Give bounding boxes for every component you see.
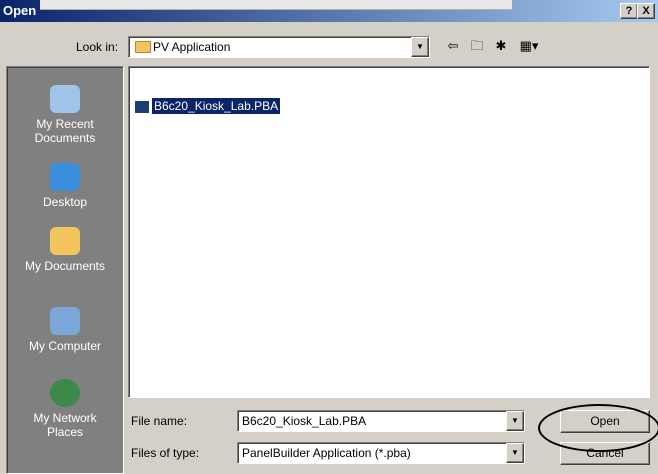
place-label: Desktop xyxy=(42,195,88,209)
places-bar: My Recent Documents Desktop My Documents… xyxy=(6,66,124,474)
pba-file-icon xyxy=(135,100,149,113)
view-menu-icon[interactable]: ▦▾ xyxy=(516,38,542,54)
file-name-label: File name: xyxy=(131,414,188,428)
help-button[interactable]: ? xyxy=(620,3,638,19)
list-item[interactable]: B6c20_Kiosk_Lab.PBA xyxy=(135,98,281,114)
place-network-places[interactable]: My Network Places xyxy=(7,379,123,439)
my-computer-icon xyxy=(50,307,80,335)
network-places-icon xyxy=(50,379,80,407)
chevron-down-icon[interactable]: ▼ xyxy=(411,37,429,57)
place-label: Places xyxy=(46,425,84,439)
file-type-value: PanelBuilder Application (*.pba) xyxy=(242,446,411,460)
open-dialog: Open ? X Look in: PV Application ▼ ⇦ 🗀 ✱… xyxy=(0,0,658,474)
chevron-down-icon[interactable]: ▼ xyxy=(506,443,524,463)
place-label: My Network xyxy=(33,411,97,425)
file-type-select[interactable]: PanelBuilder Application (*.pba) ▼ xyxy=(237,442,525,464)
look-in-combo[interactable]: PV Application ▼ xyxy=(128,36,430,58)
look-in-value: PV Application xyxy=(153,40,231,54)
window-title: Open xyxy=(3,3,37,18)
file-name-input[interactable]: B6c20_Kiosk_Lab.PBA ▼ xyxy=(237,410,525,432)
place-desktop[interactable]: Desktop xyxy=(7,163,123,209)
file-type-label: Files of type: xyxy=(131,446,200,460)
dialog-body: Look in: PV Application ▼ ⇦ 🗀 ✱ ▦▾ My Re… xyxy=(0,22,658,474)
back-icon[interactable]: ⇦ xyxy=(444,38,462,54)
desktop-icon xyxy=(50,163,80,191)
place-recent-documents[interactable]: My Recent Documents xyxy=(7,85,123,145)
open-button[interactable]: Open xyxy=(560,410,650,433)
cancel-button[interactable]: Cancel xyxy=(560,442,650,465)
folder-icon xyxy=(135,41,151,53)
overlapping-window-edge xyxy=(40,0,512,10)
place-my-computer[interactable]: My Computer xyxy=(7,307,123,353)
file-list[interactable]: B6c20_Kiosk_Lab.PBA xyxy=(128,66,650,398)
new-folder-icon[interactable]: ✱ xyxy=(492,38,510,54)
file-name: B6c20_Kiosk_Lab.PBA xyxy=(152,98,281,114)
place-label: My Documents xyxy=(24,259,106,273)
title-bar[interactable]: Open ? X xyxy=(0,0,658,22)
chevron-down-icon[interactable]: ▼ xyxy=(506,411,524,431)
recent-documents-icon xyxy=(50,85,80,113)
place-label: My Computer xyxy=(28,339,102,353)
my-documents-icon xyxy=(50,227,80,255)
close-button[interactable]: X xyxy=(637,3,655,19)
file-name-value: B6c20_Kiosk_Lab.PBA xyxy=(242,414,367,428)
place-my-documents[interactable]: My Documents xyxy=(7,227,123,273)
place-label: My Recent xyxy=(36,117,94,131)
place-label: Documents xyxy=(34,131,96,145)
up-folder-icon[interactable]: 🗀 xyxy=(468,38,486,54)
look-in-label: Look in: xyxy=(76,40,119,54)
